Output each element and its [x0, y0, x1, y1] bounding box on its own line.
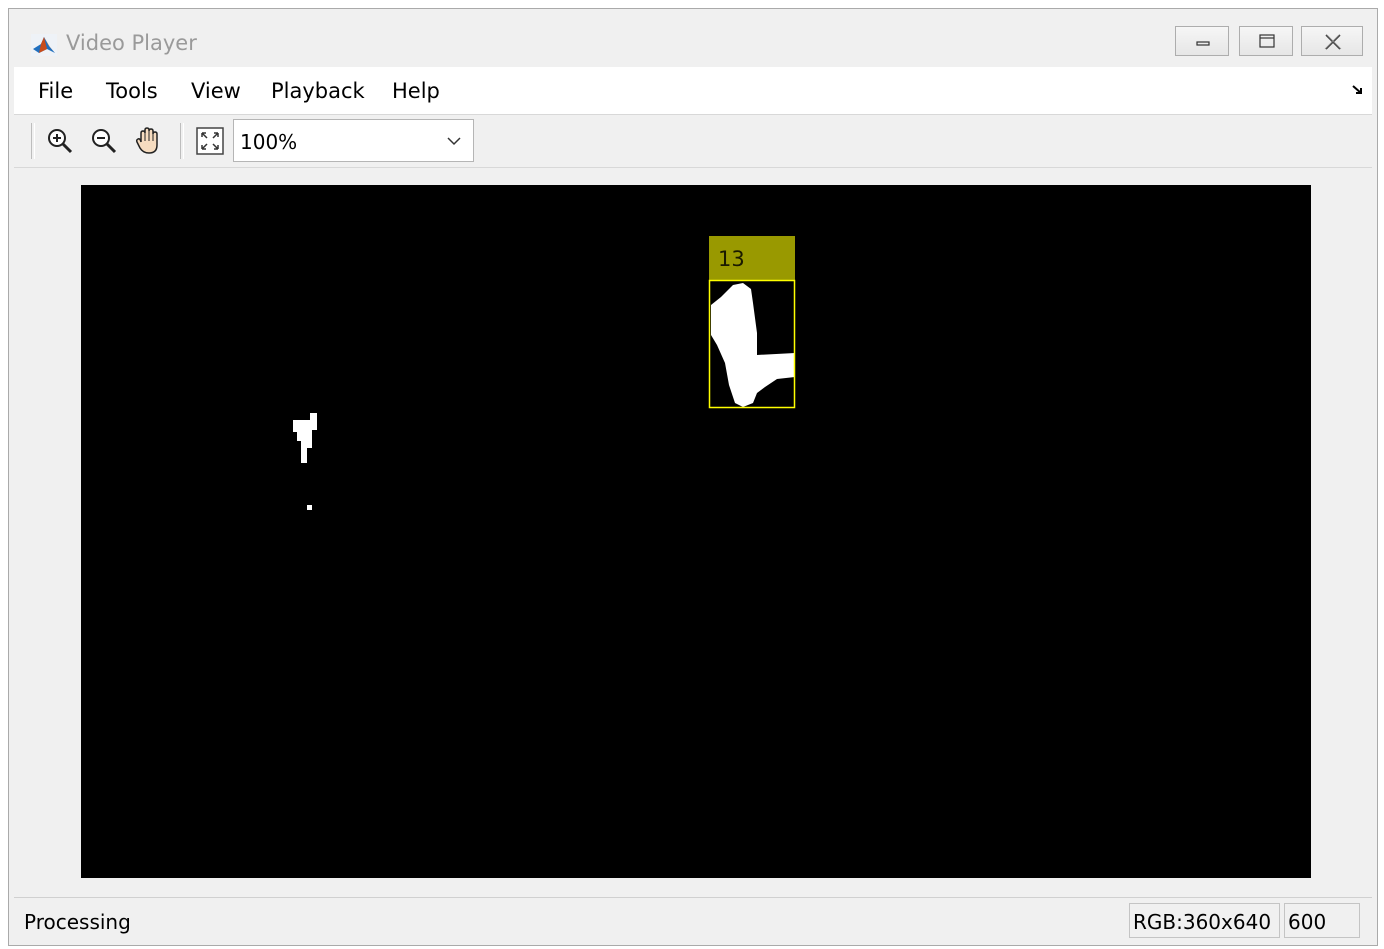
video-frame[interactable]: 13	[81, 185, 1311, 878]
video-background	[81, 185, 1311, 878]
video-frame-canvas: 13	[81, 185, 1311, 878]
minimize-button[interactable]	[1175, 26, 1229, 56]
dock-arrow-icon[interactable]	[1350, 82, 1366, 98]
menu-tools[interactable]: Tools	[106, 79, 158, 103]
toolbar-separator	[180, 123, 184, 159]
minimize-icon	[1196, 41, 1210, 46]
zoom-out-icon[interactable]	[88, 125, 120, 157]
chevron-down-icon	[447, 137, 461, 146]
zoom-in-icon[interactable]	[44, 125, 76, 157]
zoom-level-value: 100%	[240, 130, 298, 154]
track-label: 13	[718, 247, 745, 271]
close-icon	[1324, 34, 1342, 50]
toolbar-separator	[31, 123, 35, 159]
maximize-button[interactable]	[1239, 26, 1293, 56]
menu-bar: File Tools View Playback Help	[14, 67, 1372, 115]
matlab-logo-icon	[31, 34, 57, 56]
status-format: RGB:360x640	[1129, 903, 1280, 938]
zoom-level-select[interactable]: 100%	[233, 119, 474, 162]
toolbar: 100%	[14, 115, 1372, 168]
menu-playback[interactable]: Playback	[271, 79, 365, 103]
title-bar[interactable]: Video Player	[9, 9, 1377, 67]
status-text: Processing	[24, 910, 131, 934]
menu-file[interactable]: File	[38, 79, 73, 103]
menu-view[interactable]: View	[191, 79, 241, 103]
status-bar: Processing RGB:360x640 600	[14, 897, 1372, 944]
status-frame-number: 600	[1284, 903, 1360, 938]
video-display-area: 13	[14, 168, 1372, 896]
video-player-window: Video Player File Tools View Playback He…	[8, 8, 1378, 946]
foreground-blob	[307, 505, 312, 510]
close-button[interactable]	[1301, 26, 1363, 56]
maximize-icon	[1259, 34, 1275, 48]
fit-to-window-icon[interactable]	[194, 125, 226, 157]
pan-hand-icon[interactable]	[132, 125, 164, 157]
menu-help[interactable]: Help	[392, 79, 440, 103]
window-title: Video Player	[66, 31, 197, 55]
